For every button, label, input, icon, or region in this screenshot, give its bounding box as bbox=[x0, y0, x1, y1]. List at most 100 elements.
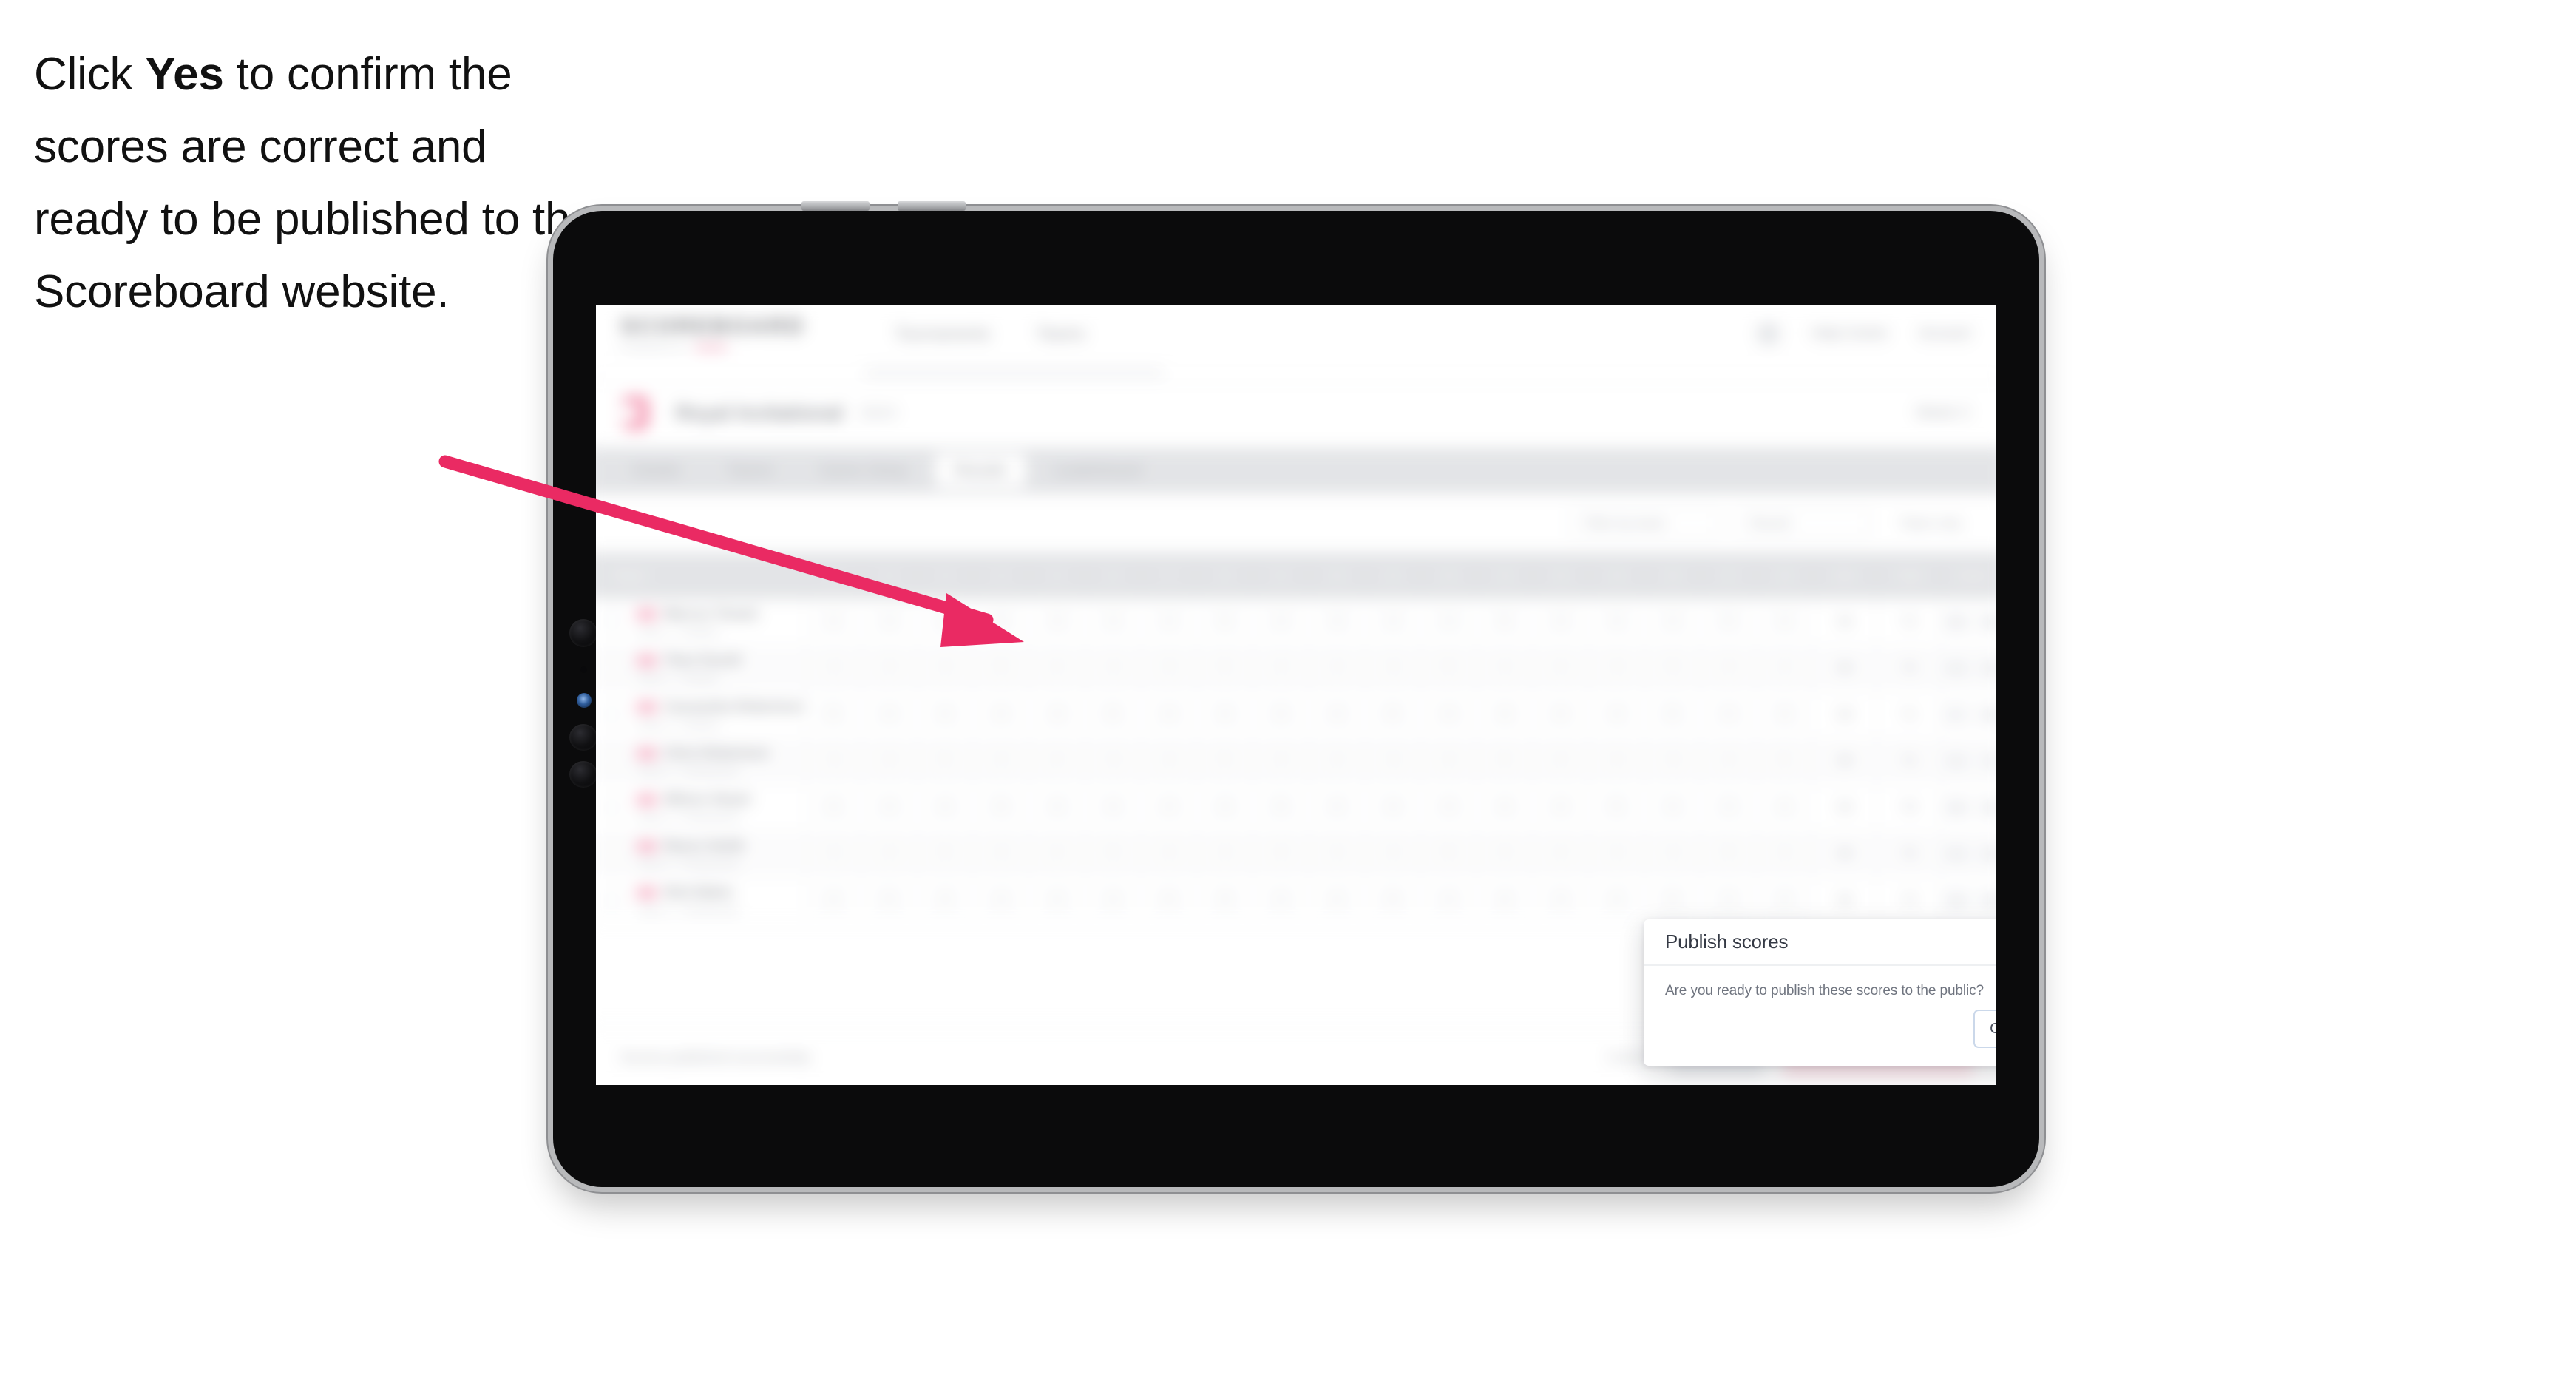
row-checkbox[interactable] bbox=[596, 705, 637, 725]
score-cell[interactable]: 4 bbox=[1363, 598, 1420, 646]
score-cell[interactable]: 4 bbox=[1308, 645, 1364, 692]
score-input[interactable]: 5 bbox=[985, 654, 1017, 683]
row-checkbox[interactable] bbox=[596, 890, 637, 910]
score-input[interactable]: 4 bbox=[1041, 746, 1073, 776]
score-cell[interactable]: 4 bbox=[1140, 737, 1196, 785]
score-cell[interactable]: 4 bbox=[804, 876, 861, 924]
score-cell[interactable]: 3 bbox=[1252, 691, 1309, 738]
table-row[interactable]: Nick Baker Team 4 · Professional 4 5 3 4 4 4 5 3 4… bbox=[596, 876, 1996, 925]
brand-logo[interactable]: SCOREBOARD POWERED BY bbox=[620, 315, 805, 352]
score-input[interactable]: 4 bbox=[1488, 793, 1521, 822]
score-cell[interactable]: 5 bbox=[1420, 645, 1477, 692]
score-input[interactable]: 4 bbox=[1097, 607, 1129, 637]
score-input[interactable]: 3 bbox=[1712, 793, 1745, 822]
score-cell[interactable]: 3 bbox=[1699, 784, 1756, 831]
score-cell[interactable]: 3 bbox=[1308, 598, 1364, 646]
score-cell[interactable]: 4 bbox=[1252, 737, 1309, 785]
score-cell[interactable]: 3 bbox=[1084, 737, 1141, 785]
score-cell[interactable]: 3 bbox=[804, 784, 861, 831]
score-cell[interactable]: 4 bbox=[1420, 876, 1477, 924]
score-cell[interactable]: 5 bbox=[972, 598, 1028, 646]
score-input[interactable]: 5 bbox=[985, 607, 1017, 637]
score-input[interactable]: 3 bbox=[1545, 607, 1577, 637]
score-input[interactable]: 3 bbox=[1769, 839, 1800, 868]
score-input[interactable]: 3 bbox=[1601, 654, 1633, 683]
table-row[interactable]: Wilson Stuart Team 3 · Professional 3 4 4 5 4 4… bbox=[596, 784, 1996, 833]
score-input[interactable]: 4 bbox=[817, 654, 850, 683]
score-cell[interactable]: 4 bbox=[1476, 645, 1532, 692]
help-centre-link[interactable]: Help Centre bbox=[1811, 325, 1888, 342]
score-cell[interactable]: 4 bbox=[1531, 645, 1588, 692]
score-cell[interactable]: 4 bbox=[860, 831, 917, 877]
score-cell[interactable]: 4 bbox=[1420, 598, 1477, 646]
score-cell[interactable]: 4 bbox=[1531, 737, 1588, 785]
volume-up-button[interactable] bbox=[801, 201, 870, 211]
score-cell[interactable]: 3 bbox=[916, 876, 972, 924]
score-cell[interactable]: 4 bbox=[1755, 784, 1812, 831]
score-input[interactable]: 4 bbox=[1433, 746, 1465, 776]
score-cell[interactable]: 5 bbox=[1084, 691, 1141, 738]
score-cell[interactable]: 5 bbox=[1699, 831, 1756, 877]
score-cell[interactable]: 4 bbox=[916, 691, 972, 738]
score-input[interactable]: 4 bbox=[1097, 886, 1129, 915]
volume-down-button[interactable] bbox=[898, 201, 966, 211]
score-input[interactable]: 4 bbox=[1769, 793, 1800, 822]
score-cell[interactable]: 4 bbox=[1587, 831, 1644, 877]
score-input[interactable]: 5 bbox=[1488, 607, 1521, 637]
checkbox-icon[interactable] bbox=[602, 705, 623, 725]
score-input[interactable]: 4 bbox=[1601, 746, 1633, 776]
tab-results[interactable]: Results bbox=[935, 453, 1026, 488]
score-input[interactable]: 5 bbox=[1712, 839, 1745, 868]
score-cell[interactable]: 4 bbox=[1028, 876, 1085, 924]
score-cell[interactable]: 4 bbox=[1308, 691, 1364, 738]
score-cell[interactable]: 4 bbox=[1644, 784, 1700, 831]
score-cell[interactable]: 4 bbox=[1363, 831, 1420, 877]
score-cell[interactable]: 4 bbox=[1644, 831, 1700, 877]
tab-details[interactable]: Details bbox=[613, 453, 700, 488]
score-input[interactable]: 4 bbox=[1601, 700, 1633, 729]
table-row[interactable]: Chris Robertson Team 2 · Professional 4 3 5 4… bbox=[596, 737, 1996, 786]
score-input[interactable]: 3 bbox=[873, 607, 905, 637]
score-input[interactable]: 3 bbox=[1488, 700, 1521, 729]
score-input[interactable]: 4 bbox=[1656, 607, 1689, 637]
score-input[interactable]: 4 bbox=[1153, 839, 1185, 868]
score-input[interactable]: 4 bbox=[1488, 886, 1521, 915]
score-input[interactable]: 5 bbox=[1433, 654, 1465, 683]
score-cell[interactable]: 4 bbox=[1587, 598, 1644, 646]
score-cell[interactable]: 4 bbox=[1699, 876, 1756, 924]
score-input[interactable]: 4 bbox=[1769, 654, 1800, 683]
score-input[interactable]: 5 bbox=[1488, 746, 1521, 776]
score-input[interactable]: 4 bbox=[1321, 700, 1353, 729]
tab-leaderboard[interactable]: Leaderboard bbox=[1034, 453, 1162, 488]
row-checkbox[interactable] bbox=[596, 844, 637, 864]
score-input[interactable]: 4 bbox=[817, 607, 850, 637]
checkbox-icon[interactable] bbox=[602, 890, 623, 910]
score-input[interactable]: 4 bbox=[1433, 700, 1465, 729]
score-input[interactable]: 5 bbox=[1209, 607, 1241, 637]
score-input[interactable]: 4 bbox=[1265, 654, 1297, 683]
score-input[interactable]: 4 bbox=[1377, 839, 1409, 868]
score-input[interactable]: 3 bbox=[929, 886, 961, 915]
score-input[interactable]: 5 bbox=[1209, 654, 1241, 683]
score-input[interactable]: 3 bbox=[985, 839, 1017, 868]
score-cell[interactable]: 4 bbox=[972, 737, 1028, 785]
score-input[interactable]: 3 bbox=[1656, 746, 1689, 776]
score-cell[interactable]: 4 bbox=[1476, 784, 1532, 831]
score-input[interactable]: 4 bbox=[1712, 654, 1745, 683]
score-input[interactable]: 4 bbox=[1041, 886, 1073, 915]
score-input[interactable]: 4 bbox=[1769, 607, 1800, 637]
score-cell[interactable]: 5 bbox=[1363, 691, 1420, 738]
score-input[interactable]: 4 bbox=[1153, 793, 1185, 822]
score-cell[interactable]: 4 bbox=[1308, 831, 1364, 877]
score-cell[interactable]: 4 bbox=[1084, 645, 1141, 692]
score-input[interactable]: 4 bbox=[1545, 746, 1577, 776]
checkbox-icon[interactable] bbox=[602, 612, 623, 632]
score-input[interactable]: 5 bbox=[929, 746, 961, 776]
score-input[interactable]: 3 bbox=[1153, 654, 1185, 683]
score-input[interactable]: 4 bbox=[1712, 700, 1745, 729]
score-cell[interactable]: 3 bbox=[916, 645, 972, 692]
score-input[interactable]: 4 bbox=[1265, 886, 1297, 915]
score-input[interactable]: 5 bbox=[1097, 839, 1129, 868]
score-input[interactable]: 4 bbox=[1433, 607, 1465, 637]
score-cell[interactable]: 4 bbox=[804, 598, 861, 646]
